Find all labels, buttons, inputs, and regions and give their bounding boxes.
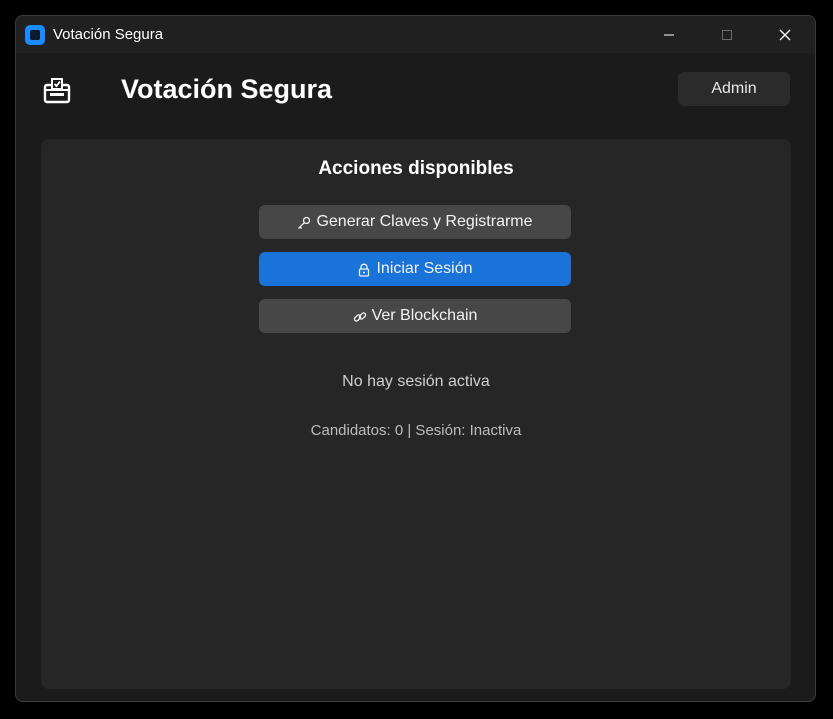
key-icon (297, 216, 311, 230)
minimize-icon (664, 34, 674, 35)
app-window: Votación Segura Votación Segura Admin Ac… (15, 15, 816, 702)
generate-keys-label: Generar Claves y Registrarme (316, 213, 533, 230)
page-title: Votación Segura (121, 74, 333, 104)
login-label: Iniciar Sesión (376, 260, 473, 277)
close-button[interactable] (756, 16, 814, 53)
link-icon (353, 310, 367, 324)
status-info: Candidatos: 0 | Sesión: Inactiva (310, 422, 522, 439)
maximize-icon (722, 29, 732, 40)
view-blockchain-button[interactable]: Ver Blockchain (259, 299, 571, 333)
close-icon (779, 29, 791, 40)
session-status: No hay sesión activa (342, 373, 490, 390)
actions-panel: Acciones disponibles Generar Claves y Re… (41, 139, 791, 689)
generate-keys-button[interactable]: Generar Claves y Registrarme (259, 205, 571, 239)
window-title: Votación Segura (53, 26, 164, 43)
maximize-button[interactable] (698, 16, 756, 53)
app-icon (25, 25, 45, 45)
view-blockchain-label: Ver Blockchain (371, 307, 478, 324)
login-button[interactable]: Iniciar Sesión (259, 252, 571, 286)
lock-icon (357, 263, 371, 277)
title-bar[interactable]: Votación Segura (16, 16, 815, 53)
minimize-button[interactable] (640, 16, 698, 53)
admin-button[interactable]: Admin (678, 72, 790, 106)
panel-title: Acciones disponibles (318, 158, 514, 179)
ballot-box-icon (42, 76, 72, 111)
